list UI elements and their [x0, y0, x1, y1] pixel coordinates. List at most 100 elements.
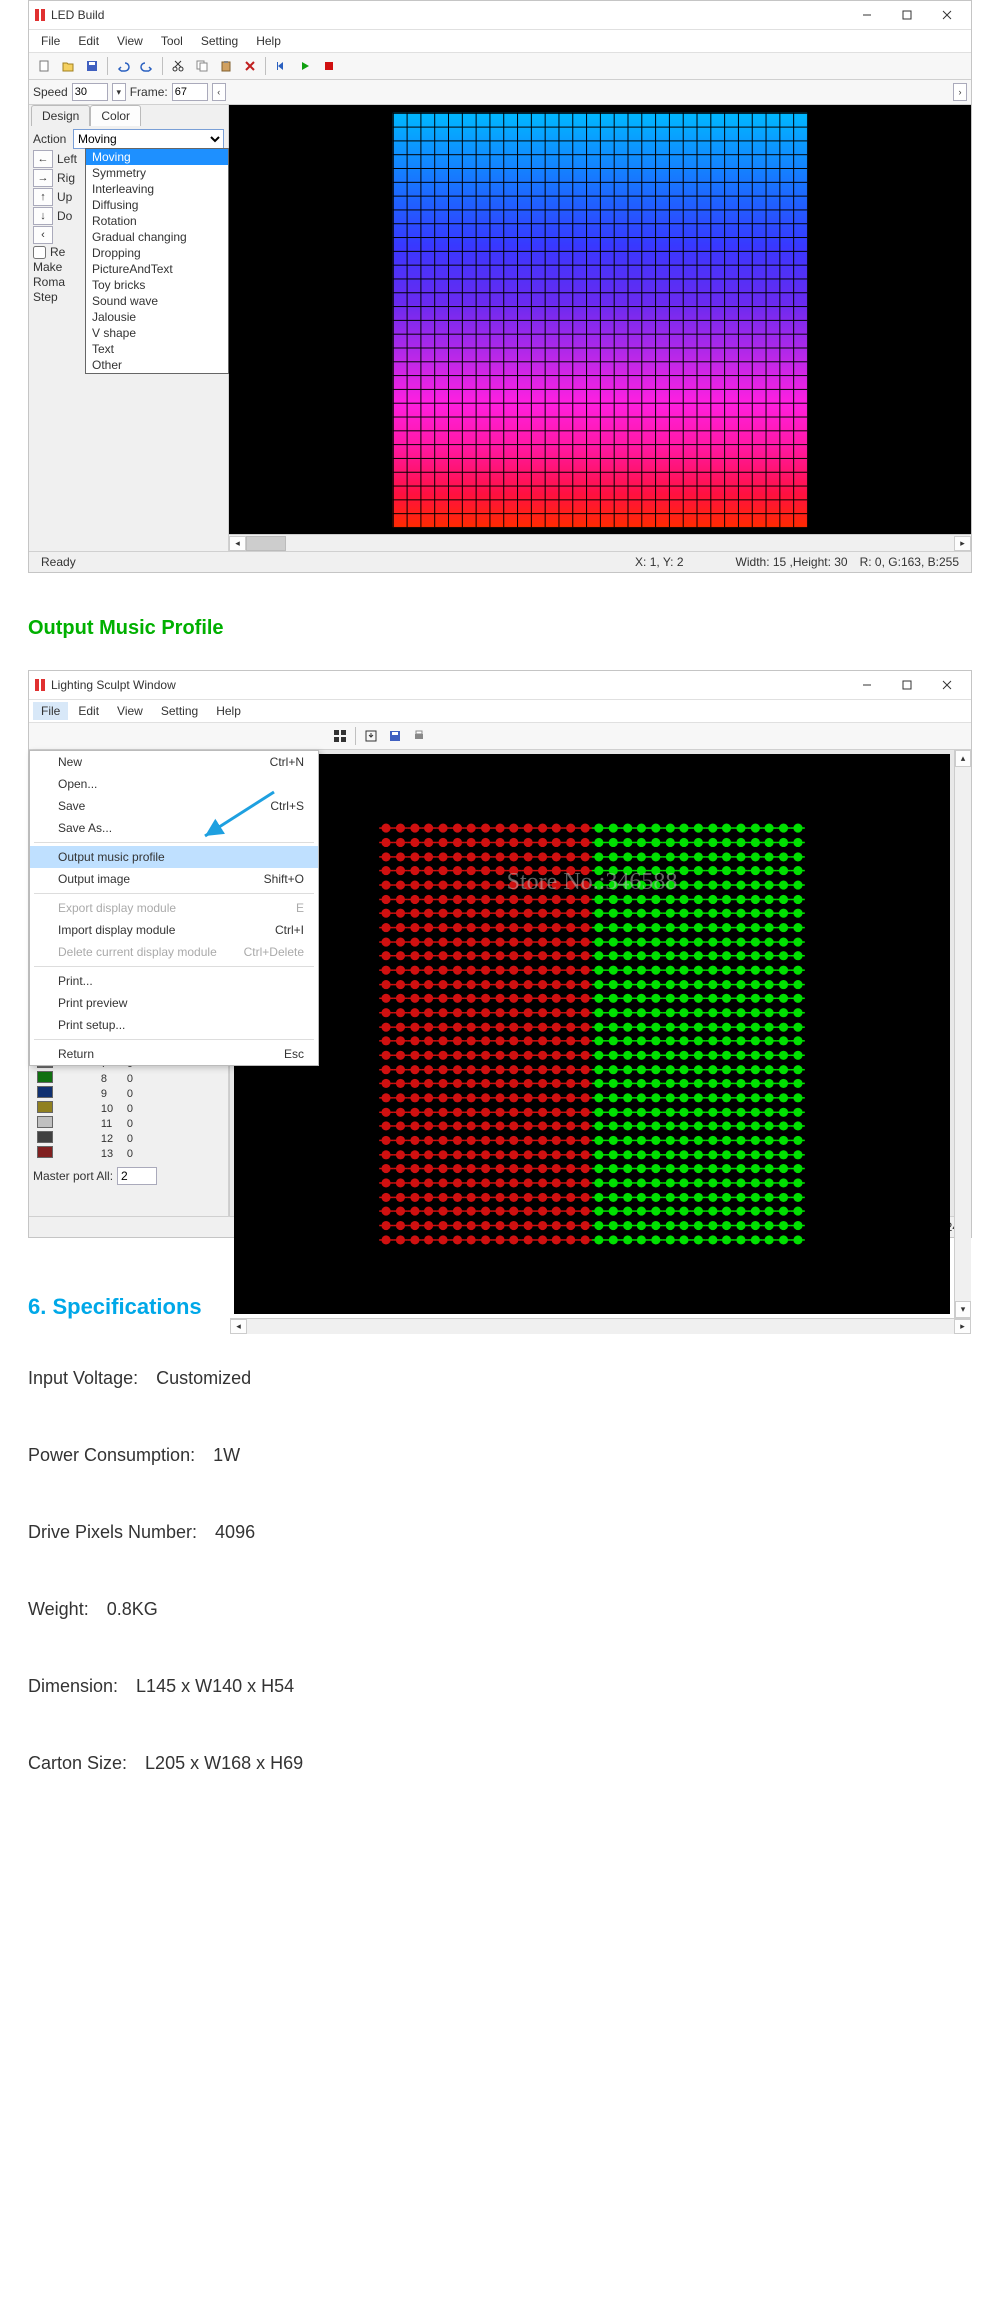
menu-edit[interactable]: Edit	[70, 32, 107, 50]
horizontal-scrollbar[interactable]: ◂ ▸	[229, 534, 971, 551]
scroll-thumb[interactable]	[246, 536, 286, 551]
legend-row[interactable]: 110	[33, 1116, 193, 1131]
file-menu-item[interactable]: Output music profile	[30, 846, 318, 868]
tab-design[interactable]: Design	[31, 105, 90, 126]
action-option[interactable]: Diffusing	[86, 197, 228, 213]
action-option[interactable]: Jalousie	[86, 309, 228, 325]
action-option[interactable]: Interleaving	[86, 181, 228, 197]
re-checkbox[interactable]	[33, 246, 46, 259]
open-icon[interactable]	[57, 55, 79, 77]
action-option[interactable]: Dropping	[86, 245, 228, 261]
menu-help[interactable]: Help	[208, 702, 249, 720]
action-option[interactable]: Rotation	[86, 213, 228, 229]
frame-input[interactable]	[172, 83, 208, 101]
horizontal-scrollbar[interactable]: ◂ ▸	[230, 1318, 971, 1334]
scroll-left-icon[interactable]: ◂	[230, 1319, 247, 1334]
legend-row[interactable]: 120	[33, 1131, 193, 1146]
master-port-input[interactable]	[117, 1167, 157, 1185]
menubar: File Edit View Tool Setting Help	[29, 30, 971, 53]
stop-icon[interactable]	[318, 55, 340, 77]
delete-icon[interactable]	[239, 55, 261, 77]
import-icon[interactable]	[360, 725, 382, 747]
legend-no: 10	[97, 1101, 123, 1116]
maximize-button[interactable]	[887, 4, 927, 26]
minimize-button[interactable]	[847, 674, 887, 696]
led-canvas[interactable]	[229, 105, 971, 534]
action-option[interactable]: Text	[86, 341, 228, 357]
color-swatch	[37, 1146, 53, 1158]
paste-icon[interactable]	[215, 55, 237, 77]
maximize-button[interactable]	[887, 674, 927, 696]
menu-edit[interactable]: Edit	[70, 702, 107, 720]
legend-no: 9	[97, 1086, 123, 1101]
arrow-back-icon[interactable]: ‹	[33, 226, 53, 244]
file-menu-item[interactable]: Print setup...	[30, 1014, 318, 1036]
file-menu-item[interactable]: Print...	[30, 970, 318, 992]
action-option[interactable]: Gradual changing	[86, 229, 228, 245]
speed-spin-down[interactable]: ▾	[112, 83, 126, 101]
led-build-window: LED Build File Edit View Tool Setting He…	[28, 0, 972, 573]
legend-row[interactable]: 100	[33, 1101, 193, 1116]
legend-row[interactable]: 80	[33, 1071, 193, 1086]
prev-icon[interactable]	[270, 55, 292, 77]
action-option[interactable]: Other	[86, 357, 228, 373]
play-icon[interactable]	[294, 55, 316, 77]
action-option[interactable]: Sound wave	[86, 293, 228, 309]
minimize-button[interactable]	[847, 4, 887, 26]
arrow-up-icon[interactable]: ↑	[33, 188, 53, 206]
file-menu-item[interactable]: Import display moduleCtrl+I	[30, 919, 318, 941]
action-option[interactable]: Moving	[86, 149, 228, 165]
file-menu-item[interactable]: NewCtrl+N	[30, 751, 318, 773]
save-icon[interactable]	[384, 725, 406, 747]
lighting-sculpt-window: Lighting Sculpt Window File Edit View Se…	[28, 670, 972, 1238]
tab-color[interactable]: Color	[90, 105, 141, 126]
file-menu-item[interactable]: Print preview	[30, 992, 318, 1014]
vertical-scrollbar[interactable]: ▴ ▾	[954, 750, 971, 1318]
scroll-right-icon[interactable]: ▸	[954, 536, 971, 551]
legend-row[interactable]: 130	[33, 1146, 193, 1161]
menu-item-accel: Ctrl+I	[275, 923, 304, 937]
menu-file[interactable]: File	[33, 32, 68, 50]
scroll-right-icon[interactable]: ▸	[954, 1319, 971, 1334]
grid-icon[interactable]	[329, 725, 351, 747]
menu-view[interactable]: View	[109, 32, 151, 50]
file-menu-item[interactable]: Output imageShift+O	[30, 868, 318, 890]
action-dropdown[interactable]: Moving Symmetry Interleaving Diffusing R…	[85, 148, 229, 374]
frame-next-button[interactable]: ›	[953, 83, 967, 101]
status-xy: X: 1, Y: 2	[629, 555, 689, 569]
close-button[interactable]	[927, 4, 967, 26]
arrow-down-icon[interactable]: ↓	[33, 207, 53, 225]
scroll-up-icon[interactable]: ▴	[955, 750, 971, 767]
sculpt-canvas[interactable]: Store No.:346588	[234, 754, 950, 1314]
legend-row[interactable]: 90	[33, 1086, 193, 1101]
action-label: Action	[33, 132, 69, 146]
copy-icon[interactable]	[191, 55, 213, 77]
scroll-left-icon[interactable]: ◂	[229, 536, 246, 551]
save-icon[interactable]	[81, 55, 103, 77]
menu-setting[interactable]: Setting	[193, 32, 246, 50]
speed-input[interactable]	[72, 83, 108, 101]
undo-icon[interactable]	[112, 55, 134, 77]
action-select[interactable]: Moving	[73, 129, 224, 149]
menu-view[interactable]: View	[109, 702, 151, 720]
scroll-down-icon[interactable]: ▾	[955, 1301, 971, 1318]
close-button[interactable]	[927, 674, 967, 696]
action-option[interactable]: Symmetry	[86, 165, 228, 181]
redo-icon[interactable]	[136, 55, 158, 77]
new-icon[interactable]	[33, 55, 55, 77]
action-option[interactable]: V shape	[86, 325, 228, 341]
toolbar-speed-frame: Speed ▾ Frame: ‹ ›	[29, 80, 971, 105]
side-panel: Design Color Action Moving ←Left →Rig ↑U…	[29, 105, 229, 551]
arrow-left-icon[interactable]: ←	[33, 150, 53, 168]
file-menu-item[interactable]: ReturnEsc	[30, 1043, 318, 1065]
action-option[interactable]: Toy bricks	[86, 277, 228, 293]
arrow-right-icon[interactable]: →	[33, 169, 53, 187]
print-icon[interactable]	[408, 725, 430, 747]
menu-setting[interactable]: Setting	[153, 702, 206, 720]
frame-prev-button[interactable]: ‹	[212, 83, 226, 101]
menu-tool[interactable]: Tool	[153, 32, 191, 50]
menu-file[interactable]: File	[33, 702, 68, 720]
action-option[interactable]: PictureAndText	[86, 261, 228, 277]
menu-help[interactable]: Help	[248, 32, 289, 50]
cut-icon[interactable]	[167, 55, 189, 77]
